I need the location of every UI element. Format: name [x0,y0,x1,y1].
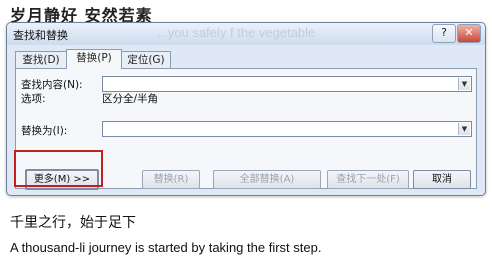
background-ghost-text: ...you safely f the vegetable [157,25,316,40]
highlight-box [14,150,103,187]
cancel-button[interactable]: 取消 [413,170,471,189]
tab-goto[interactable]: 定位(G) [121,51,171,68]
find-what-label: 查找内容(N): [21,79,83,91]
window-title: 查找和替换 [13,29,68,42]
replace-with-input[interactable]: ▼ [102,121,472,137]
help-button[interactable]: ? [432,24,456,43]
title-bar: 查找和替换 ...you safely f the vegetable ? ✕ [7,23,485,45]
tab-find[interactable]: 查找(D) [15,51,67,68]
find-what-input[interactable]: ▼ [102,76,472,92]
find-next-button[interactable]: 查找下一处(F) [327,170,409,189]
close-button[interactable]: ✕ [457,24,481,43]
chevron-down-icon[interactable]: ▼ [458,78,470,90]
footer-english: A thousand-li journey is started by taki… [10,240,322,255]
footer-chinese: 千里之行，始于足下 [10,215,136,231]
chevron-down-icon[interactable]: ▼ [458,123,470,135]
options-value: 区分全/半角 [102,93,159,105]
options-label: 选项: [21,93,46,105]
replace-button[interactable]: 替换(R) [142,170,200,189]
tab-replace[interactable]: 替换(P) [66,49,122,69]
replace-with-label: 替换为(I): [21,125,68,137]
replace-all-button[interactable]: 全部替换(A) [213,170,321,189]
